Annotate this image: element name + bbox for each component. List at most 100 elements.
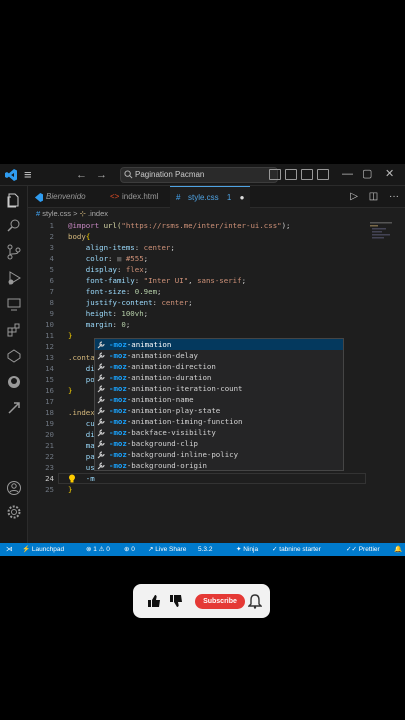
autocomplete-item[interactable]: -moz-backface-visibility: [95, 427, 343, 438]
unsaved-dot[interactable]: ●: [240, 193, 245, 202]
code-token: font-family: [68, 276, 135, 285]
code-line[interactable]: body{: [68, 231, 90, 242]
close-icon[interactable]: ✕: [385, 167, 394, 181]
thumbs-down-icon[interactable]: [168, 593, 184, 609]
menu-icon[interactable]: ≡: [24, 167, 32, 183]
notifications-bell-icon[interactable]: 🔔: [394, 543, 402, 556]
live-share-icon: ↗: [148, 546, 154, 553]
tab-label: index.html: [122, 192, 159, 201]
code-line[interactable]: ma: [68, 440, 95, 451]
ports-indicator[interactable]: ⊕ 0: [124, 543, 135, 556]
back-arrow-icon[interactable]: ←: [76, 168, 87, 182]
split-editor-icon[interactable]: ◫: [369, 191, 378, 202]
code-line[interactable]: }: [68, 484, 72, 495]
code-line[interactable]: display: flex;: [68, 264, 148, 275]
code-line[interactable]: }: [68, 385, 72, 396]
code-line[interactable]: justify-content: center;: [68, 297, 193, 308]
command-center-search[interactable]: Pagination Pacman: [120, 167, 278, 183]
code-line[interactable]: cu: [68, 418, 95, 429]
code-line[interactable]: @import url("https://rsms.me/inter/inter…: [68, 220, 291, 231]
code-line[interactable]: di: [68, 363, 95, 374]
tab-bienvenido[interactable]: Bienvenido: [28, 186, 104, 208]
minimap[interactable]: [368, 220, 398, 260]
code-line[interactable]: .conta: [68, 352, 95, 363]
github-icon[interactable]: [6, 374, 22, 390]
explorer-icon[interactable]: [6, 192, 22, 208]
autocomplete-item[interactable]: -moz-background-origin: [95, 460, 343, 471]
vertical-scrollbar[interactable]: [398, 220, 405, 543]
account-icon[interactable]: [6, 480, 22, 496]
search-icon[interactable]: [6, 218, 22, 234]
live-share-icon[interactable]: [6, 400, 22, 416]
extensions-icon[interactable]: [6, 322, 22, 338]
code-token: ;: [125, 320, 131, 329]
autocomplete-item[interactable]: -moz-animation-name: [95, 394, 343, 405]
symbol-icon: ⊹: [79, 209, 86, 218]
wrench-icon: [97, 341, 105, 349]
autocomplete-item[interactable]: -moz-animation-delay: [95, 350, 343, 361]
live-share-item[interactable]: ↗ Live Share: [148, 543, 186, 556]
code-line[interactable]: color: ■ #555;: [68, 253, 148, 264]
settings-gear-icon[interactable]: [6, 504, 22, 520]
code-token: center: [143, 243, 171, 252]
run-debug-icon[interactable]: [6, 270, 22, 286]
lightbulb-icon[interactable]: [68, 474, 76, 483]
code-line[interactable]: font-family: "Inter UI", sans-serif;: [68, 275, 246, 286]
layout-sidebar-icon[interactable]: [269, 169, 281, 180]
match-text: -moz: [109, 461, 127, 470]
wrench-icon: [97, 451, 105, 459]
problems-indicator[interactable]: ⊗ 1 ⚠ 0: [86, 543, 110, 556]
code-line[interactable]: }: [68, 330, 72, 341]
layout-panel-icon[interactable]: [285, 169, 297, 180]
forward-arrow-icon[interactable]: →: [96, 168, 107, 182]
minimize-icon[interactable]: —: [342, 167, 353, 181]
launchpad-item[interactable]: ⚡ Launchpad: [22, 543, 64, 556]
autocomplete-item[interactable]: -moz-animation-timing-function: [95, 416, 343, 427]
tab-style-css[interactable]: # style.css 1 ●: [170, 186, 250, 208]
completion-text: -animation: [126, 340, 172, 349]
remote-explorer-icon[interactable]: [6, 296, 22, 312]
bell-icon[interactable]: [248, 593, 262, 609]
code-line[interactable]: us: [68, 462, 95, 473]
prettier-item[interactable]: ✓✓ Prettier: [346, 543, 380, 556]
code-line[interactable]: po: [68, 374, 95, 385]
version-label[interactable]: 5.3.2: [198, 543, 212, 556]
subscribe-button[interactable]: Subscribe: [195, 594, 245, 609]
testing-icon[interactable]: [6, 348, 22, 364]
line-number: 20: [45, 430, 54, 439]
code-line[interactable]: .index: [68, 407, 95, 418]
tab-index-html[interactable]: <> index.html: [104, 186, 170, 208]
customize-layout-icon[interactable]: [317, 169, 329, 180]
autocomplete-item[interactable]: -moz-background-clip: [95, 438, 343, 449]
code-line[interactable]: font-size: 0.9em;: [68, 286, 162, 297]
completion-text: -backface-visibility: [126, 428, 216, 437]
autocomplete-item[interactable]: -moz-animation-direction: [95, 361, 343, 372]
autocomplete-item[interactable]: -moz-animation-duration: [95, 372, 343, 383]
autocomplete-item[interactable]: -moz-animation: [95, 339, 343, 350]
code-token: .conta: [68, 353, 95, 362]
wrench-icon: [97, 407, 105, 415]
more-actions-icon[interactable]: ···: [389, 191, 399, 202]
layout-sidebar-right-icon[interactable]: [301, 169, 313, 180]
breadcrumb-symbol[interactable]: .index: [88, 209, 108, 218]
autocomplete-item[interactable]: -moz-background-inline-policy: [95, 449, 343, 460]
code-line[interactable]: align-items: center;: [68, 242, 175, 253]
code-line[interactable]: pa: [68, 451, 95, 462]
autocomplete-item[interactable]: -moz-animation-iteration-count: [95, 383, 343, 394]
completion-text: -background-clip: [126, 439, 199, 448]
code-line[interactable]: di: [68, 429, 95, 440]
wrench-icon: [97, 374, 105, 382]
maximize-icon[interactable]: ▢: [362, 167, 372, 181]
source-control-icon[interactable]: [6, 244, 22, 260]
thumbs-up-icon[interactable]: [146, 593, 162, 609]
tabnine-item[interactable]: ✓ tabnine starter: [272, 543, 321, 556]
breadcrumb-file[interactable]: style.css: [42, 209, 71, 218]
run-icon[interactable]: ▷: [350, 191, 358, 202]
code-editor[interactable]: 1 @import url("https://rsms.me/inter/inte…: [28, 220, 405, 543]
code-line[interactable]: margin: 0;: [68, 319, 131, 330]
remote-indicator-icon[interactable]: ⋊: [6, 543, 13, 556]
ninja-item[interactable]: ✦ Ninja: [236, 543, 258, 556]
code-line[interactable]: height: 100vh;: [68, 308, 148, 319]
wrench-icon: [97, 363, 105, 371]
autocomplete-item[interactable]: -moz-animation-play-state: [95, 405, 343, 416]
